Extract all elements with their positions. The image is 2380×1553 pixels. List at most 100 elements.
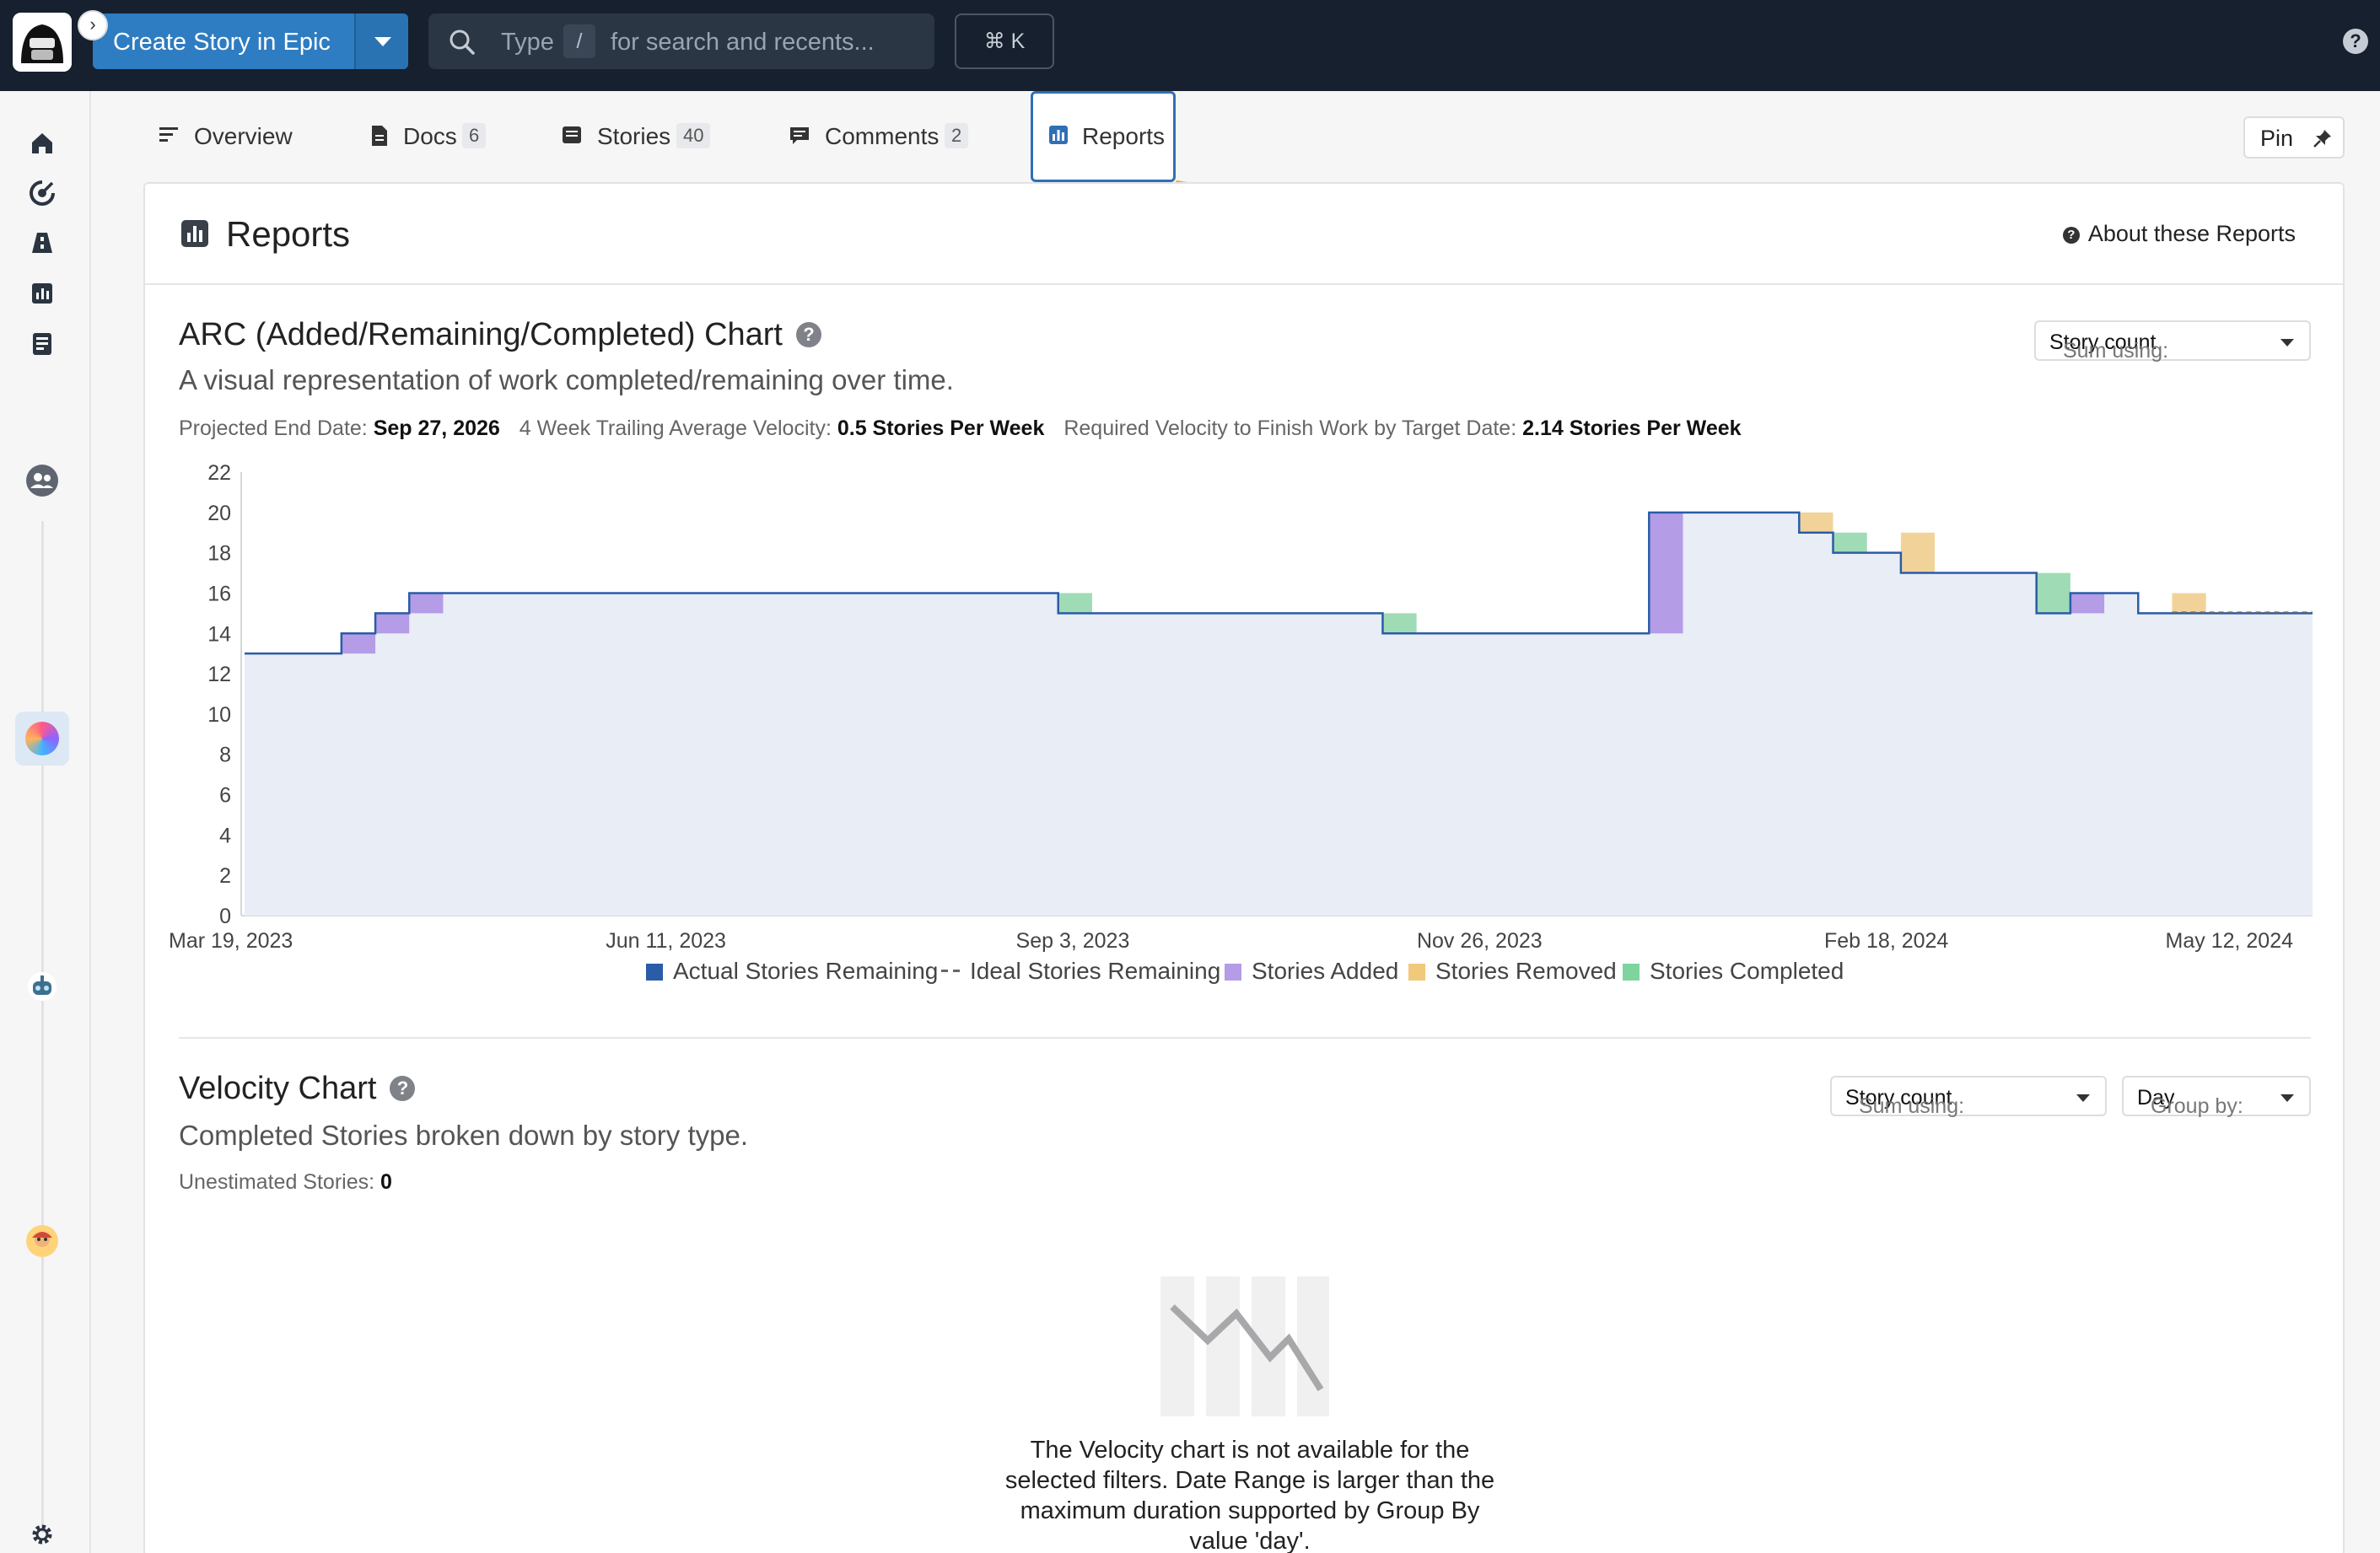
pin-icon xyxy=(2313,130,2331,148)
legend-swatch-removed xyxy=(1408,964,1425,981)
y-tick-label: 14 xyxy=(207,622,231,646)
y-tick-label: 0 xyxy=(219,905,231,928)
bar-stories-added xyxy=(341,633,376,654)
create-story-button[interactable]: Create Story in Epic xyxy=(93,13,408,69)
velocity-sum-using-select[interactable]: Sum using: Story count xyxy=(1830,1076,2107,1118)
reports-icon[interactable] xyxy=(29,280,56,307)
tab-overview-label: Overview xyxy=(194,123,293,149)
robot-avatar-icon[interactable] xyxy=(27,971,57,1002)
unestimated-value: 0 xyxy=(380,1170,392,1194)
bar-stories-completed xyxy=(1058,593,1092,614)
search-input[interactable]: Type / for search and recents... xyxy=(428,13,934,69)
y-tick-label: 4 xyxy=(219,824,231,847)
create-options-dropdown[interactable] xyxy=(354,13,408,69)
x-tick-label: May 12, 2024 xyxy=(2166,929,2294,953)
legend-swatch-completed xyxy=(1623,964,1640,981)
home-icon[interactable] xyxy=(29,130,56,157)
left-sidebar xyxy=(0,91,91,1553)
velocity-chart-title: Velocity Chart xyxy=(179,1071,377,1106)
y-tick-label: 22 xyxy=(207,461,231,485)
tab-docs-label: Docs xyxy=(403,123,457,149)
top-bar: Create Story in Epic Type / for search a… xyxy=(0,0,2380,91)
rail-divider xyxy=(41,521,44,1533)
report-icon xyxy=(1049,126,1068,144)
legend-label-removed: Stories Removed xyxy=(1435,958,1617,984)
legend-label-ideal: Ideal Stories Remaining xyxy=(970,958,1221,984)
help-icon[interactable]: ? xyxy=(2343,29,2368,54)
legend-item-added[interactable]: Stories Added xyxy=(1225,958,1398,985)
workspace-avatar-active[interactable] xyxy=(15,712,69,766)
doc-icon xyxy=(372,126,387,146)
command-palette-button[interactable]: ⌘ K xyxy=(955,13,1054,69)
y-tick-label: 10 xyxy=(207,703,231,727)
velocity-chart-heading: Velocity Chart? xyxy=(179,1071,416,1107)
bar-stories-completed xyxy=(1382,613,1417,634)
x-tick-label: Feb 18, 2024 xyxy=(1824,929,1948,953)
search-shortcut-key: / xyxy=(563,24,595,58)
settings-gear-icon[interactable] xyxy=(29,1521,56,1548)
caret-down-icon xyxy=(2280,1094,2294,1102)
bar-stories-added xyxy=(375,613,410,634)
bar-stories-removed xyxy=(1799,512,1833,533)
reports-card: Reports ? About these Reports ARC (Added/… xyxy=(143,182,2345,1553)
docs-count-badge: 6 xyxy=(462,123,487,148)
comment-icon xyxy=(790,127,809,144)
legend-swatch-added xyxy=(1225,964,1241,981)
legend-label-actual: Actual Stories Remaining xyxy=(673,958,939,984)
y-tick-label: 8 xyxy=(219,744,231,767)
empty-chart-icon xyxy=(1160,1276,1329,1416)
roadmap-icon[interactable] xyxy=(29,229,56,256)
bar-stories-removed xyxy=(2172,593,2206,614)
caret-down-icon xyxy=(2076,1094,2090,1102)
list-icon xyxy=(159,127,178,142)
user-avatar-icon[interactable] xyxy=(25,1224,59,1258)
search-placeholder-end: for search and recents... xyxy=(611,29,875,56)
search-icon xyxy=(450,30,475,55)
y-tick-label: 20 xyxy=(207,502,231,525)
sidebar-expand-button[interactable]: › xyxy=(78,10,108,40)
story-icon xyxy=(563,126,581,143)
workspace-gradient-icon xyxy=(25,722,59,755)
velocity-group-label: Group by: xyxy=(2151,1094,2243,1118)
velocity-chart-description: Completed Stories broken down by story t… xyxy=(179,1120,749,1151)
x-tick-label: Nov 26, 2023 xyxy=(1417,929,1543,953)
y-tick-label: 6 xyxy=(219,784,231,808)
legend-swatch-actual xyxy=(646,964,663,981)
y-tick-label: 2 xyxy=(219,864,231,888)
comments-count-badge: 2 xyxy=(945,123,969,148)
legend-label-completed: Stories Completed xyxy=(1650,958,1844,984)
create-story-label: Create Story in Epic xyxy=(113,29,331,56)
legend-item-removed[interactable]: Stories Removed xyxy=(1408,958,1617,985)
velocity-sum-label: Sum using: xyxy=(1859,1094,1965,1118)
teams-icon[interactable] xyxy=(25,464,59,497)
tab-stories-label: Stories xyxy=(597,123,671,149)
legend-item-completed[interactable]: Stories Completed xyxy=(1623,958,1844,985)
search-placeholder-start: Type xyxy=(501,29,554,56)
tab-comments-label: Comments xyxy=(825,123,940,149)
bar-stories-removed xyxy=(1900,532,1936,573)
bar-stories-added xyxy=(1649,512,1683,634)
legend-item-ideal[interactable]: Ideal Stories Remaining xyxy=(941,958,1220,985)
velocity-help-icon[interactable]: ? xyxy=(390,1076,416,1101)
x-tick-label: Sep 3, 2023 xyxy=(1016,929,1130,953)
legend-label-added: Stories Added xyxy=(1252,958,1399,984)
stories-count-badge: 40 xyxy=(676,123,711,148)
user-avatar[interactable] xyxy=(13,13,72,72)
x-tick-label: Mar 19, 2023 xyxy=(169,929,293,953)
legend-swatch-ideal xyxy=(941,970,960,972)
pin-button[interactable]: Pin xyxy=(2243,116,2345,159)
docs-icon[interactable] xyxy=(29,330,56,357)
y-tick-label: 16 xyxy=(207,582,231,605)
arc-chart: 0 2 4 6 8 10 12 14 16 18 20 22 Mar 19, 2023 Jun 11, 2… xyxy=(169,461,2313,953)
unestimated-stories: Unestimated Stories: 0 xyxy=(179,1170,392,1195)
legend-item-actual[interactable]: Actual Stories Remaining xyxy=(646,958,938,985)
objectives-icon[interactable] xyxy=(29,180,56,207)
velocity-empty-message: The Velocity chart is not available for … xyxy=(1004,1437,1495,1553)
caret-down-icon xyxy=(374,37,391,46)
velocity-group-by-select[interactable]: Group by: Day xyxy=(2122,1076,2311,1118)
bar-stories-completed xyxy=(1833,532,1867,553)
bar-stories-added xyxy=(2070,593,2105,614)
y-tick-label: 18 xyxy=(207,542,231,566)
section-divider xyxy=(179,1037,2311,1039)
bar-stories-added xyxy=(409,593,444,614)
